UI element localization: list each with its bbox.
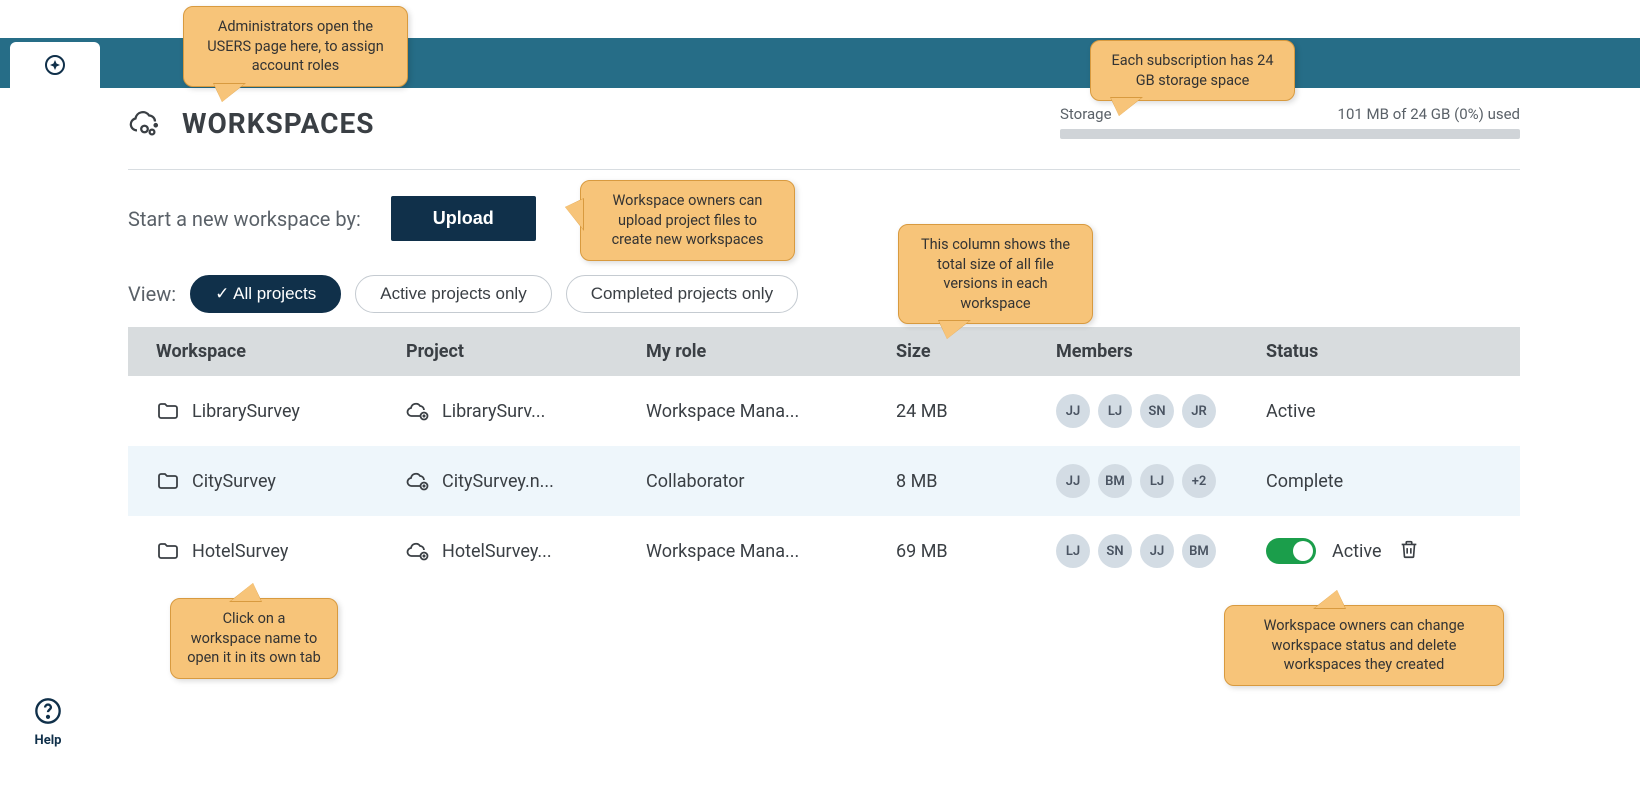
upload-button[interactable]: Upload (391, 196, 536, 241)
workspaces-table: Workspace Project My role Size Members S… (128, 327, 1520, 586)
size-cell: 8 MB (896, 471, 1056, 492)
member-avatar[interactable]: SN (1140, 394, 1174, 428)
role-cell: Workspace Mana... (646, 401, 896, 422)
workspace-cell[interactable]: HotelSurvey (156, 539, 406, 563)
help-label: Help (34, 733, 62, 748)
table-header-row: Workspace Project My role Size Members S… (128, 327, 1520, 376)
cloud-users-icon (128, 105, 164, 141)
upload-row: Start a new workspace by: Upload (128, 196, 1520, 241)
table-row: CitySurveyCitySurvey.n...Collaborator8 M… (128, 446, 1520, 516)
view-filter-row: View: All projects Active projects only … (128, 275, 1520, 313)
members-cell: JJLJSNJR (1056, 394, 1266, 428)
role-cell: Collaborator (646, 471, 896, 492)
size-cell: 69 MB (896, 541, 1056, 562)
member-avatar[interactable]: BM (1098, 464, 1132, 498)
storage-label: Storage (1060, 105, 1112, 123)
chip-all-projects[interactable]: All projects (190, 275, 341, 313)
status-text: Active (1332, 541, 1382, 562)
table-row: HotelSurveyHotelSurvey...Workspace Mana.… (128, 516, 1520, 586)
table-row: LibrarySurveyLibrarySurv...Workspace Man… (128, 376, 1520, 446)
member-avatar[interactable]: LJ (1140, 464, 1174, 498)
status-toggle[interactable] (1266, 538, 1316, 564)
home-tab[interactable] (10, 42, 100, 88)
view-label: View: (128, 282, 176, 306)
callout-workspace-click: Click on a workspace name to open it in … (170, 598, 338, 679)
col-role: My role (646, 341, 896, 362)
callout-storage: Each subscription has 24 GB storage spac… (1090, 40, 1295, 101)
status-text: Active (1266, 401, 1316, 422)
size-cell: 24 MB (896, 401, 1056, 422)
page-title: WORKSPACES (182, 107, 374, 140)
folder-icon (156, 399, 180, 423)
help-button[interactable]: Help (34, 697, 62, 748)
project-cell[interactable]: HotelSurvey... (406, 539, 646, 563)
member-avatar[interactable]: LJ (1056, 534, 1090, 568)
member-avatar[interactable]: JJ (1056, 394, 1090, 428)
role-cell: Workspace Mana... (646, 541, 896, 562)
member-avatar[interactable]: SN (1098, 534, 1132, 568)
member-avatar[interactable]: JR (1182, 394, 1216, 428)
callout-owner-status: Workspace owners can change workspace st… (1224, 605, 1504, 686)
callout-admins: Administrators open the USERS page here,… (183, 6, 408, 87)
sparkle-icon (43, 53, 67, 77)
member-avatar[interactable]: JJ (1056, 464, 1090, 498)
callout-size: This column shows the total size of all … (898, 224, 1093, 324)
cloud-plus-icon (406, 399, 430, 423)
member-avatar[interactable]: LJ (1098, 394, 1132, 428)
storage-bar (1060, 129, 1520, 139)
project-cell[interactable]: CitySurvey.n... (406, 469, 646, 493)
col-status: Status (1266, 341, 1546, 362)
col-workspace: Workspace (156, 341, 406, 362)
status-cell: Active (1266, 538, 1546, 565)
col-members: Members (1056, 341, 1266, 362)
cloud-plus-icon (406, 539, 430, 563)
delete-button[interactable] (1398, 538, 1420, 565)
cloud-plus-icon (406, 469, 430, 493)
folder-icon (156, 469, 180, 493)
divider (128, 169, 1520, 170)
main-content: Storage 101 MB of 24 GB (0%) used WORKSP… (128, 105, 1520, 586)
workspace-cell[interactable]: CitySurvey (156, 469, 406, 493)
col-project: Project (406, 341, 646, 362)
members-cell: LJSNJJBM (1056, 534, 1266, 568)
col-size: Size (896, 341, 1056, 362)
callout-upload: Workspace owners can upload project file… (580, 180, 795, 261)
workspace-cell[interactable]: LibrarySurvey (156, 399, 406, 423)
status-cell: Active (1266, 401, 1546, 422)
help-icon (34, 697, 62, 725)
chip-completed-only[interactable]: Completed projects only (566, 275, 798, 313)
chip-active-only[interactable]: Active projects only (355, 275, 551, 313)
member-avatar[interactable]: JJ (1140, 534, 1174, 568)
status-text: Complete (1266, 471, 1343, 492)
folder-icon (156, 539, 180, 563)
member-avatar[interactable]: BM (1182, 534, 1216, 568)
storage-usage-text: 101 MB of 24 GB (0%) used (1338, 105, 1520, 123)
status-cell: Complete (1266, 471, 1546, 492)
member-avatar[interactable]: +2 (1182, 464, 1216, 498)
upload-prompt: Start a new workspace by: (128, 207, 361, 231)
project-cell[interactable]: LibrarySurv... (406, 399, 646, 423)
members-cell: JJBMLJ+2 (1056, 464, 1266, 498)
